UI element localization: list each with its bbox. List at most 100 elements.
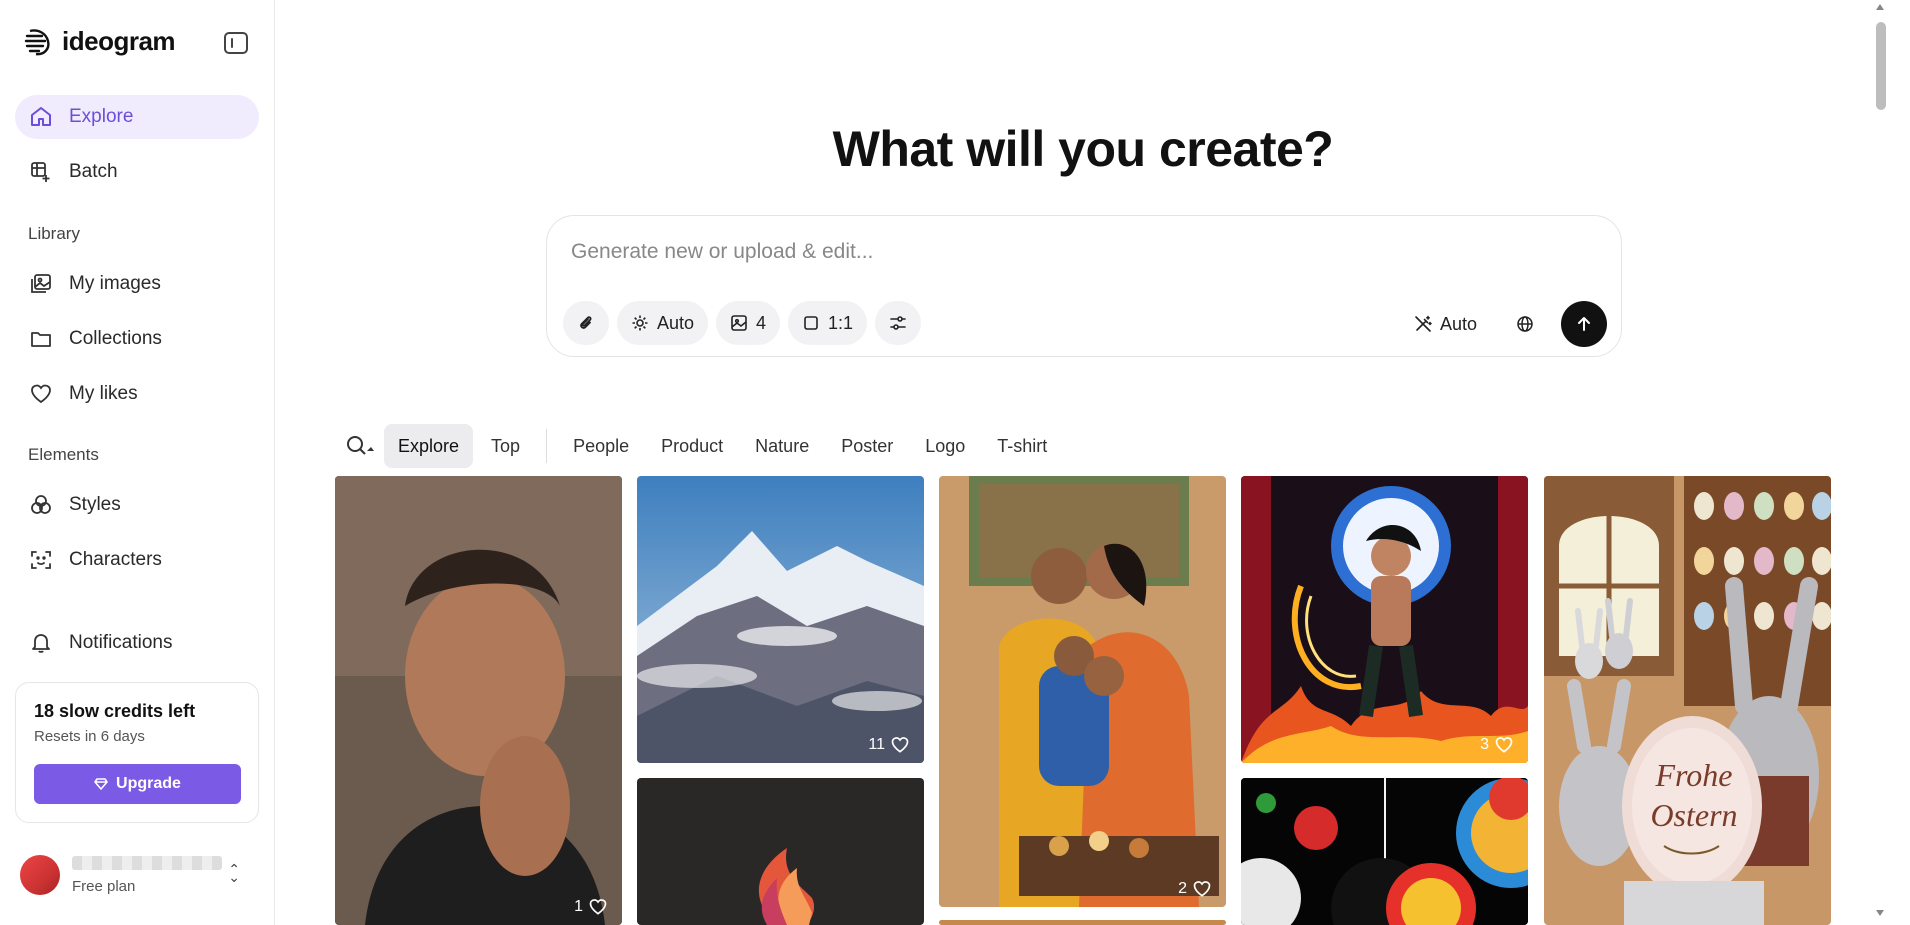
like-count[interactable]: 11 — [868, 735, 910, 755]
search-icon — [347, 436, 374, 455]
square-icon — [804, 316, 818, 330]
sidebar-toggle-icon[interactable] — [224, 32, 248, 54]
settings-button[interactable] — [875, 301, 922, 345]
sidebar-item-collections[interactable]: Collections — [15, 317, 259, 361]
prompt-right-tools: Auto — [1402, 301, 1607, 347]
image-icon — [731, 315, 747, 331]
brand-name: ideogram — [62, 26, 176, 56]
gallery-image-partial[interactable] — [939, 920, 1226, 925]
tab-logo[interactable]: Logo — [911, 424, 979, 468]
batch-icon — [31, 162, 50, 182]
aspect-ratio-button[interactable]: 1:1 — [788, 301, 868, 345]
heart-outline-icon — [891, 737, 909, 753]
flame-logo-image — [758, 848, 815, 925]
tab-explore[interactable]: Explore — [384, 424, 474, 468]
magic-prompt-label: Auto — [1439, 313, 1477, 334]
heart-icon — [31, 384, 51, 404]
gallery-image-mountains[interactable]: 11 — [637, 476, 924, 763]
easter-bunnies-image: Frohe Ostern — [1544, 476, 1831, 925]
style-label: Auto — [657, 312, 695, 333]
gallery-image-easter-bunnies[interactable]: Frohe Ostern — [1544, 476, 1831, 925]
tab-tshirt[interactable]: T-shirt — [983, 424, 1061, 468]
credits-card: 18 slow credits left Resets in 6 days Up… — [15, 682, 259, 823]
tab-poster[interactable]: Poster — [827, 424, 907, 468]
gallery-image-fire-warrior[interactable]: 3 — [1241, 476, 1528, 763]
tab-people[interactable]: People — [559, 424, 643, 468]
portrait-image — [335, 476, 622, 925]
tab-nature[interactable]: Nature — [741, 424, 823, 468]
sidebar-item-notifications[interactable]: Notifications — [15, 621, 259, 665]
sidebar-item-label: Batch — [69, 161, 118, 182]
magic-wand-icon — [1415, 315, 1432, 332]
globe-button[interactable] — [1503, 302, 1547, 346]
sidebar-item-label: My likes — [69, 383, 138, 404]
scrollbar[interactable] — [1876, 22, 1886, 110]
gallery-image-planets[interactable] — [1241, 778, 1528, 925]
like-count-value: 11 — [868, 736, 885, 753]
egg-text-line1: Frohe — [1654, 757, 1732, 793]
image-count-button[interactable]: 4 — [716, 301, 781, 345]
heart-outline-icon — [1495, 737, 1513, 753]
like-count[interactable]: 3 — [1480, 735, 1514, 755]
main-content: What will you create? Auto 4 1:1 — [276, 0, 1890, 925]
planets-image — [1241, 778, 1528, 925]
like-count-value: 3 — [1480, 736, 1489, 753]
avatar — [20, 855, 60, 895]
attach-icon — [580, 316, 592, 329]
elements-section-label: Elements — [28, 445, 99, 464]
home-icon — [31, 107, 51, 126]
upgrade-label: Upgrade — [116, 775, 181, 792]
chevron-updown-icon[interactable]: ⌃ ⌄ — [228, 862, 240, 884]
sidebar-item-label: Characters — [69, 549, 162, 570]
user-name-redacted — [72, 855, 222, 870]
sidebar-item-my-likes[interactable]: My likes — [15, 372, 259, 416]
filter-tabs: Explore Top People Product Nature Poster… — [342, 424, 1061, 468]
sidebar-item-my-images[interactable]: My images — [15, 262, 259, 306]
styles-icon — [31, 495, 51, 514]
tab-top[interactable]: Top — [477, 424, 534, 468]
credits-reset-text: Resets in 6 days — [34, 728, 145, 745]
heart-outline-icon — [589, 899, 607, 915]
sidebar-item-characters[interactable]: Characters — [15, 538, 259, 582]
sidebar-item-label: Notifications — [69, 632, 173, 653]
prompt-input[interactable] — [571, 236, 1471, 268]
credits-title: 18 slow credits left — [34, 701, 196, 721]
fire-warrior-image — [1241, 476, 1528, 763]
ideogram-logo-icon — [24, 28, 50, 55]
images-icon — [31, 274, 51, 293]
search-filter-button[interactable] — [342, 424, 380, 468]
sidebar-item-styles[interactable]: Styles — [15, 483, 259, 527]
characters-icon — [31, 551, 51, 569]
scroll-up-arrow[interactable] — [1876, 4, 1884, 10]
mountains-image — [637, 476, 924, 763]
diamond-icon — [94, 778, 108, 790]
magic-prompt-button[interactable]: Auto — [1402, 302, 1489, 346]
sidebar: ideogram Explore Batch Library My images… — [0, 0, 275, 925]
aspect-ratio-label: 1:1 — [828, 312, 854, 333]
account-menu[interactable]: Free plan ⌃ ⌄ — [20, 851, 250, 899]
like-count-value: 1 — [574, 898, 583, 915]
generate-button[interactable] — [1561, 301, 1607, 347]
page-title: What will you create? — [832, 121, 1334, 177]
image-count-label: 4 — [756, 312, 767, 333]
upgrade-button[interactable]: Upgrade — [34, 764, 241, 804]
like-count[interactable]: 1 — [574, 897, 608, 917]
attach-button[interactable] — [563, 301, 609, 345]
like-count[interactable]: 2 — [1178, 879, 1212, 899]
gear-icon — [632, 315, 648, 331]
sidebar-item-explore[interactable]: Explore — [15, 95, 259, 139]
gallery-image-portrait[interactable]: 1 — [335, 476, 622, 925]
prompt-box: Auto 4 1:1 Auto — [546, 215, 1622, 357]
scroll-down-arrow[interactable] — [1876, 910, 1884, 916]
globe-icon — [1517, 316, 1533, 332]
style-auto-button[interactable]: Auto — [617, 301, 709, 345]
tab-product[interactable]: Product — [647, 424, 737, 468]
library-section-label: Library — [28, 224, 80, 243]
folder-icon — [31, 332, 51, 347]
sidebar-item-label: Styles — [69, 494, 121, 515]
gallery-image-family[interactable]: 2 — [939, 476, 1226, 907]
family-image — [939, 476, 1226, 907]
brand-logo[interactable]: ideogram — [24, 26, 176, 57]
gallery-image-flame-logo[interactable] — [637, 778, 924, 925]
sidebar-item-batch[interactable]: Batch — [15, 150, 259, 194]
